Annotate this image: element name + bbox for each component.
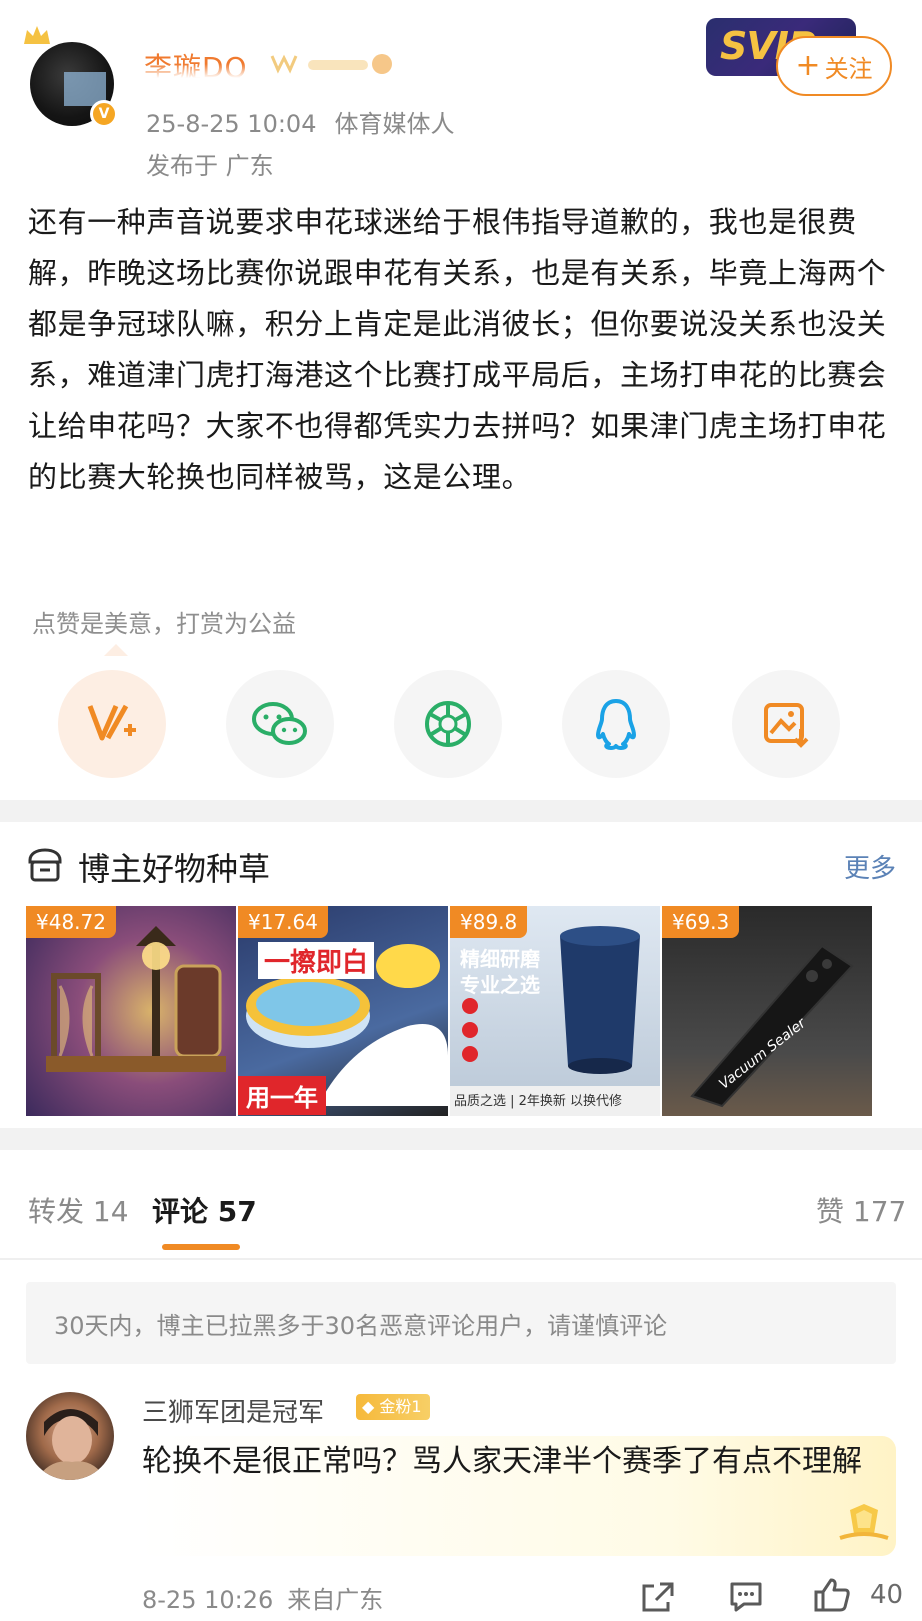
follow-label: 关注 (824, 54, 873, 83)
fan-badge-label: 金粉1 (379, 1397, 422, 1416)
goods-more-link[interactable]: 更多 (844, 848, 896, 885)
save-image-icon (764, 703, 809, 748)
product-overlay-badge: 用一年 (238, 1076, 326, 1115)
product-overlay-text: 一擦即白 (258, 942, 375, 979)
product-overlay-badge: 品质之选 | 2年换新 以换代修 (454, 1094, 623, 1109)
comment-icon[interactable] (728, 1580, 764, 1614)
comment-location: 来自广东 (287, 1586, 384, 1614)
product-card[interactable]: 精细研磨 专业之选 品质之选 | 2年换新 以换代修 ¥89.8 (450, 906, 660, 1116)
product-card[interactable]: 一擦即白 用一年 ¥17.64 (238, 906, 448, 1116)
diamond-icon: ◆ (362, 1397, 375, 1416)
share-qq-button[interactable] (562, 670, 670, 778)
comment-time: 8-25 10:26 (142, 1586, 274, 1614)
comment-notice: 30天内，博主已拉黑多于30名恶意评论用户，请谨慎评论 (26, 1282, 896, 1364)
product-price: ¥89.8 (450, 906, 528, 938)
like-icon[interactable] (812, 1576, 852, 1614)
plus-icon: + (795, 48, 821, 83)
reward-tip: 点赞是美意，打赏为公益 (32, 610, 296, 638)
post-text: 还有一种声音说要求申花球迷给于根伟指导道歉的，我也是很费解，昨晚这场比赛你说跟申… (28, 205, 887, 494)
author-role: 体育媒体人 (334, 110, 455, 138)
comment-meta: 8-25 10:26 来自广东 (142, 1580, 383, 1615)
post-location: 发布于 广东 (146, 152, 274, 180)
author-name[interactable]: 李璇DQ (144, 46, 248, 86)
share-wechat-button[interactable] (226, 670, 334, 778)
section-divider (0, 800, 922, 822)
tab-comments[interactable]: 评论 57 (152, 1190, 257, 1230)
comment-text: 轮换不是很正常吗？骂人家天津半个赛季了有点不理解 (142, 1444, 862, 1479)
follow-button[interactable]: + 关注 (776, 36, 892, 96)
member-badge-icon (270, 54, 392, 74)
tab-divider (0, 1258, 922, 1260)
tab-likes[interactable]: 赞 177 (816, 1190, 906, 1230)
product-card[interactable]: ¥48.72 (26, 906, 236, 1116)
product-card[interactable]: Vacuum Sealer ¥69.3 (662, 906, 872, 1116)
shop-icon (28, 848, 62, 882)
fan-badge: ◆ 金粉1 (356, 1394, 430, 1420)
product-price: ¥17.64 (238, 906, 328, 938)
notice-text: 30天内，博主已拉黑多于30名恶意评论用户，请谨慎评论 (54, 1312, 668, 1340)
comment-like-count: 40 (870, 1580, 904, 1610)
qq-icon (596, 699, 636, 750)
tab-repost[interactable]: 转发 14 (28, 1190, 129, 1230)
goods-title: 博主好物种草 (78, 850, 271, 888)
crown-icon (24, 26, 50, 44)
section-divider (0, 1128, 922, 1150)
bubble-decoration-icon (839, 1504, 889, 1540)
avatar-image (36, 1409, 106, 1480)
product-overlay-text: 精细研磨 专业之选 (460, 947, 540, 997)
active-tab-indicator (162, 1244, 240, 1250)
post-meta: 25-8-25 10:04 体育媒体人 (146, 104, 454, 139)
share-moments-button[interactable] (394, 670, 502, 778)
tip-pointer (104, 644, 128, 656)
share-icon[interactable] (640, 1580, 676, 1614)
moments-icon (425, 701, 471, 747)
reward-v-plus-icon (87, 704, 136, 741)
product-price: ¥48.72 (26, 906, 116, 938)
wechat-icon (252, 702, 307, 745)
save-image-button[interactable] (732, 670, 840, 778)
v-badge-icon: V (90, 100, 118, 128)
post-time: 25-8-25 10:04 (146, 110, 317, 138)
commenter-name[interactable]: 三狮军团是冠军 (142, 1392, 324, 1429)
reward-button[interactable] (58, 670, 166, 778)
commenter-avatar[interactable] (26, 1392, 114, 1480)
product-price: ¥69.3 (662, 906, 740, 938)
